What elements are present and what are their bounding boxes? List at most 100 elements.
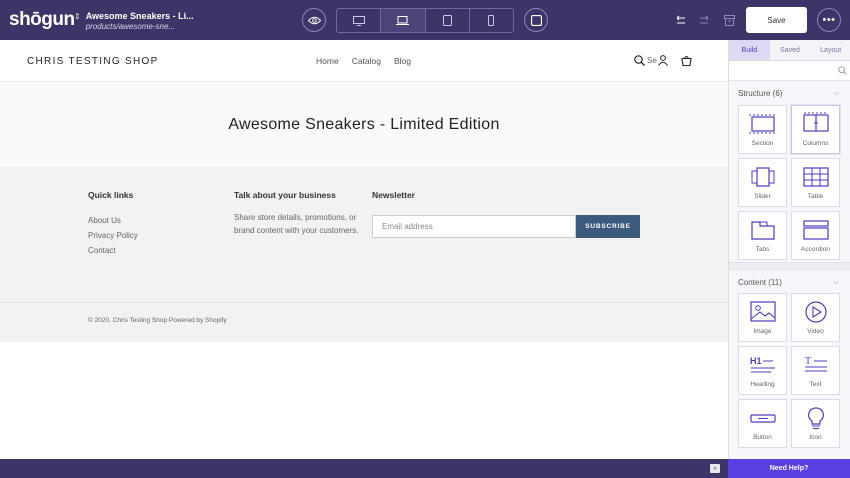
search-icon — [838, 66, 847, 75]
tablet-icon[interactable] — [426, 9, 470, 32]
structure-header[interactable]: Structure (6) — [738, 89, 782, 98]
element-slider[interactable]: Slider — [738, 158, 787, 207]
heading-icon: H1 — [750, 356, 775, 373]
element-label: Video — [807, 328, 824, 335]
footer-links: About Us Privacy Policy Contact — [88, 213, 138, 258]
account-icon[interactable] — [658, 55, 668, 66]
frame-icon[interactable] — [524, 8, 548, 32]
lightbulb-icon — [807, 407, 824, 429]
element-label: Image — [753, 328, 772, 335]
button-icon — [749, 414, 776, 423]
tabs-icon — [750, 221, 775, 240]
copyright-bar: © 2020, Chris Testing Shop Powered by Sh… — [0, 302, 728, 342]
shop-nav: Home Catalog Blog — [316, 56, 411, 66]
element-section[interactable]: Section — [738, 105, 787, 154]
mobile-icon[interactable] — [470, 9, 513, 32]
device-switcher — [336, 8, 514, 33]
columns-icon — [802, 112, 829, 132]
newsletter-title: Newsletter — [372, 190, 415, 200]
tab-layout[interactable]: Layout — [810, 40, 850, 60]
accordion-icon — [802, 220, 829, 240]
desktop-icon[interactable] — [337, 9, 382, 32]
element-label: Table — [807, 193, 824, 200]
video-icon — [804, 301, 827, 323]
shop-name[interactable]: CHRIS TESTING SHOP — [27, 56, 159, 67]
element-label: Icon — [809, 434, 822, 441]
save-button[interactable]: Save — [746, 7, 807, 33]
copyright-text: © 2020, Chris Testing Shop Powered by Sh… — [88, 317, 227, 324]
element-button[interactable]: Button — [738, 399, 787, 448]
bottom-bar: » Need Help? — [0, 459, 850, 478]
nav-catalog[interactable]: Catalog — [352, 56, 381, 66]
element-label: Columns — [802, 140, 829, 147]
more-icon[interactable]: ••• — [817, 8, 841, 32]
quick-links-title: Quick links — [88, 190, 134, 200]
search-text: Se — [647, 56, 657, 65]
shop-header: CHRIS TESTING SHOP Home Catalog Blog Se — [0, 40, 728, 82]
svg-text:H1: H1 — [750, 356, 762, 366]
sort-chevron-icon: ⇕ — [74, 12, 81, 21]
element-tabs[interactable]: Tabs — [738, 211, 787, 260]
header-icons: Se — [634, 55, 692, 66]
element-heading[interactable]: H1 Heading — [738, 346, 787, 395]
tab-saved[interactable]: Saved — [770, 40, 811, 60]
laptop-icon[interactable] — [381, 9, 426, 32]
svg-text:T: T — [805, 356, 811, 367]
chevron-down-icon[interactable]: ⌵ — [834, 279, 839, 287]
element-search-input[interactable] — [729, 61, 850, 81]
business-text: Share store details, promotions, or bran… — [234, 213, 359, 235]
redo-icon[interactable] — [697, 12, 713, 28]
image-icon — [749, 301, 776, 322]
shogun-logo[interactable]: shōgun — [9, 9, 75, 31]
element-label: Text — [809, 381, 822, 388]
slider-icon — [751, 167, 774, 187]
link-contact[interactable]: Contact — [88, 243, 138, 258]
page-canvas: CHRIS TESTING SHOP Home Catalog Blog Se … — [0, 40, 728, 459]
undo-icon[interactable] — [672, 12, 688, 28]
link-about-us[interactable]: About Us — [88, 213, 138, 228]
element-label: Accordion — [801, 246, 830, 253]
archive-icon[interactable] — [721, 12, 737, 28]
email-input[interactable]: Email address — [372, 215, 576, 238]
shop-footer: Quick links About Us Privacy Policy Cont… — [0, 167, 728, 302]
element-text[interactable]: T Text — [791, 346, 840, 395]
chevron-down-icon[interactable]: ⌵ — [834, 90, 839, 98]
element-label: Button — [753, 434, 772, 441]
element-label: Slider — [754, 193, 771, 200]
nav-home[interactable]: Home — [316, 56, 339, 66]
product-section[interactable]: Awesome Sneakers - Limited Edition — [0, 82, 728, 167]
element-accordion[interactable]: Accordion — [791, 211, 840, 260]
content-header[interactable]: Content (11) — [738, 278, 782, 287]
subscribe-button[interactable]: SUBSCRIBE — [576, 215, 640, 238]
element-label: Section — [751, 140, 774, 147]
element-video[interactable]: Video — [791, 293, 840, 342]
element-label: Heading — [750, 381, 775, 388]
table-icon — [802, 167, 829, 187]
tab-build[interactable]: Build — [729, 40, 770, 60]
element-columns[interactable]: Columns — [791, 105, 840, 154]
page-path: products/awesome-sne... — [85, 22, 176, 31]
elements-panel: Build Saved Layout Structure (6) ⌵ Secti… — [728, 40, 850, 459]
section-divider — [729, 262, 850, 270]
product-title[interactable]: Awesome Sneakers - Limited Edition — [0, 116, 728, 134]
business-title: Talk about your business — [234, 190, 336, 200]
search-icon[interactable] — [634, 55, 645, 66]
content-grid: Image Video H1 Heading T Text Button Ico… — [738, 293, 840, 448]
structure-grid: Section Columns Slider Table Tabs Accord… — [738, 105, 840, 260]
element-label: Tabs — [755, 246, 770, 253]
section-icon — [748, 114, 777, 134]
panel-tabs: Build Saved Layout — [729, 40, 850, 61]
element-table[interactable]: Table — [791, 158, 840, 207]
page-title: Awesome Sneakers - Li... — [85, 11, 194, 21]
need-help-button[interactable]: Need Help? — [728, 459, 850, 478]
collapse-panel-button[interactable]: » — [710, 464, 720, 473]
link-privacy-policy[interactable]: Privacy Policy — [88, 228, 138, 243]
preview-eye-icon[interactable] — [302, 8, 326, 32]
text-icon: T — [804, 356, 827, 372]
element-icon[interactable]: Icon — [791, 399, 840, 448]
page-selector[interactable]: ⇕ Awesome Sneakers - Li... products/awes… — [74, 11, 194, 32]
top-toolbar: shōgun ⇕ Awesome Sneakers - Li... produc… — [0, 0, 850, 40]
element-image[interactable]: Image — [738, 293, 787, 342]
cart-icon[interactable] — [681, 55, 692, 66]
nav-blog[interactable]: Blog — [394, 56, 411, 66]
